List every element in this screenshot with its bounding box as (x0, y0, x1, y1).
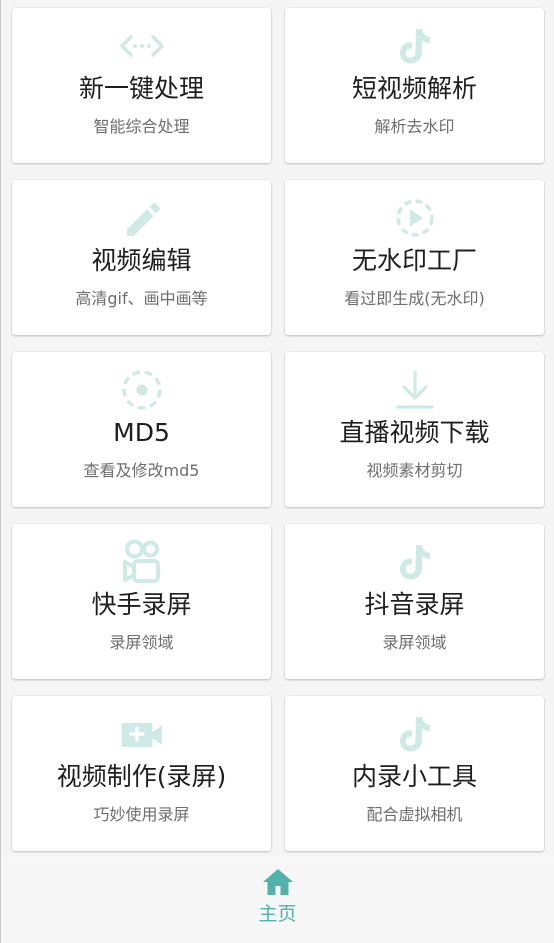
tiktok-icon (389, 20, 441, 72)
card-douyin-record[interactable]: 抖音录屏 录屏领域 (285, 524, 544, 679)
card-title: 无水印工厂 (351, 246, 477, 275)
nav-home-label: 主页 (258, 903, 297, 925)
card-internal-record-tool[interactable]: 内录小工具 配合虚拟相机 (285, 696, 544, 851)
card-subtitle: 智能综合处理 (93, 117, 190, 136)
card-title: MD5 (113, 418, 170, 447)
card-subtitle: 巧妙使用录屏 (93, 805, 190, 824)
card-md5[interactable]: MD5 查看及修改md5 (12, 352, 271, 507)
card-subtitle: 解析去水印 (374, 117, 455, 136)
card-title: 视频制作(录屏) (56, 762, 227, 791)
card-subtitle: 视频素材剪切 (366, 461, 463, 480)
card-one-click-process[interactable]: 新一键处理 智能综合处理 (12, 8, 271, 163)
card-subtitle: 录屏领域 (109, 633, 174, 652)
card-title: 直播视频下载 (339, 418, 490, 447)
card-title: 短视频解析 (351, 74, 477, 103)
card-kuaishou-record[interactable]: 快手录屏 录屏领域 (12, 524, 271, 679)
card-title: 快手录屏 (91, 590, 192, 619)
card-no-watermark-factory[interactable]: 无水印工厂 看过即生成(无水印) (285, 180, 544, 335)
code-icon (116, 20, 168, 72)
kuaishou-icon (116, 536, 168, 588)
card-title: 抖音录屏 (364, 590, 465, 619)
tiktok-icon (389, 536, 441, 588)
target-icon (116, 364, 168, 416)
card-subtitle: 查看及修改md5 (83, 461, 200, 480)
video-add-icon (116, 708, 168, 760)
card-video-making[interactable]: 视频制作(录屏) 巧妙使用录屏 (12, 696, 271, 851)
tool-grid: 新一键处理 智能综合处理 短视频解析 解析去水印 视频编辑 高清gif、画中画等… (12, 8, 544, 851)
card-subtitle: 配合虚拟相机 (366, 805, 463, 824)
play-circle-icon (389, 192, 441, 244)
nav-home[interactable]: 主页 (233, 867, 323, 927)
download-icon (389, 364, 441, 416)
card-title: 内录小工具 (351, 762, 477, 791)
card-subtitle: 录屏领域 (382, 633, 447, 652)
home-icon (262, 869, 293, 895)
bottom-navigation: 主页 (1, 857, 554, 943)
card-live-video-download[interactable]: 直播视频下载 视频素材剪切 (285, 352, 544, 507)
card-title: 视频编辑 (91, 246, 192, 275)
tiktok-icon (389, 708, 441, 760)
pencil-icon (116, 192, 168, 244)
card-title: 新一键处理 (78, 74, 204, 103)
card-subtitle: 高清gif、画中画等 (75, 289, 208, 308)
card-video-edit[interactable]: 视频编辑 高清gif、画中画等 (12, 180, 271, 335)
card-subtitle: 看过即生成(无水印) (344, 289, 485, 308)
card-short-video-parse[interactable]: 短视频解析 解析去水印 (285, 8, 544, 163)
